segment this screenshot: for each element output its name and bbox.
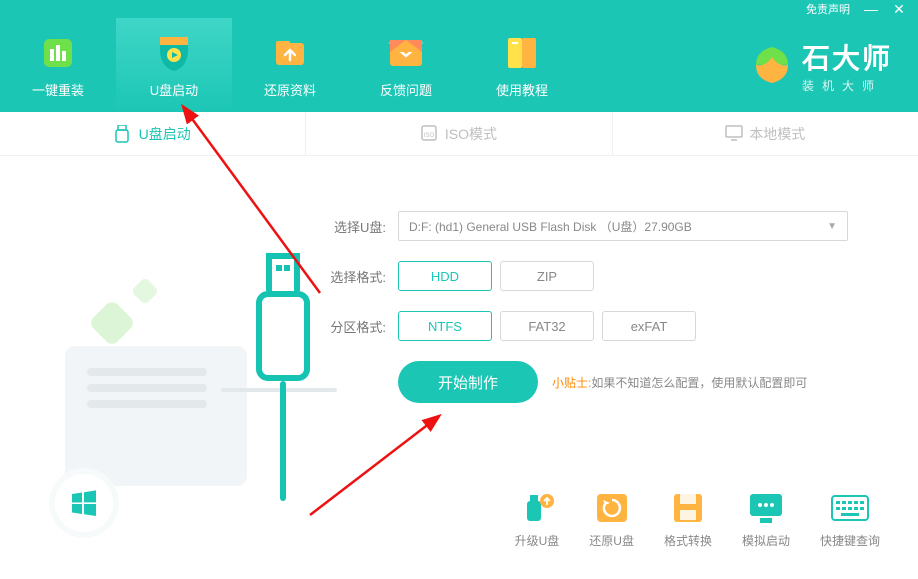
nav-feedback[interactable]: 反馈问题	[348, 18, 464, 112]
monitor-icon	[725, 125, 741, 143]
logo-icon	[750, 43, 794, 87]
tool-label: 升级U盘	[515, 532, 560, 549]
tool-label: 模拟启动	[742, 532, 790, 549]
nav-item-label: U盘启动	[150, 80, 198, 99]
restore-icon	[591, 490, 633, 526]
book-icon	[504, 32, 540, 74]
tool-hotkey-query[interactable]: 快捷键查询	[820, 490, 880, 549]
tool-format-convert[interactable]: 格式转换	[664, 490, 712, 549]
format-option-hdd[interactable]: HDD	[398, 261, 492, 291]
select-disk-value: D:F: (hd1) General USB Flash Disk （U盘）27…	[409, 218, 692, 235]
partition-option-fat32[interactable]: FAT32	[500, 311, 594, 341]
chevron-down-icon: ▼	[827, 221, 837, 232]
usb-up-icon	[516, 490, 558, 526]
start-create-button[interactable]: 开始制作	[398, 361, 538, 403]
brand-logo: 石大师 装机大师	[750, 18, 918, 112]
tool-restore-usb[interactable]: 还原U盘	[589, 490, 634, 549]
floppy-icon	[667, 490, 709, 526]
tool-label: 快捷键查询	[820, 532, 880, 549]
tip-text: 小贴士:如果不知道怎么配置，使用默认配置即可	[552, 374, 807, 391]
tool-label: 还原U盘	[589, 532, 634, 549]
usb-shield-icon	[156, 32, 192, 74]
partition-option-ntfs[interactable]: NTFS	[398, 311, 492, 341]
format-option-zip[interactable]: ZIP	[500, 261, 594, 291]
nav-item-label: 反馈问题	[380, 80, 432, 99]
tab-label: U盘启动	[139, 124, 191, 144]
nav-item-label: 还原资料	[264, 80, 316, 99]
nav-one-click-reinstall[interactable]: 一键重装	[0, 18, 116, 112]
tab-usb-boot[interactable]: U盘启动	[0, 112, 306, 155]
envelope-icon	[388, 32, 424, 74]
bar-chart-icon	[40, 32, 76, 74]
tool-label: 格式转换	[664, 532, 712, 549]
svg-text:ISO: ISO	[424, 133, 435, 139]
footer-tools: 升级U盘 还原U盘 格式转换 模拟启动 快捷键查询	[515, 490, 880, 549]
nav-item-label: 使用教程	[496, 80, 548, 99]
select-format-label: 选择格式:	[320, 267, 386, 286]
brand-title: 石大师	[802, 37, 892, 77]
select-disk-label: 选择U盘:	[320, 217, 386, 236]
nav-item-label: 一键重装	[32, 80, 84, 99]
select-disk-dropdown[interactable]: D:F: (hd1) General USB Flash Disk （U盘）27…	[398, 211, 848, 241]
windows-icon	[55, 474, 113, 532]
monitor-dots-icon	[745, 490, 787, 526]
close-button[interactable]: ✕	[892, 2, 906, 16]
tab-local-mode[interactable]: 本地模式	[613, 112, 918, 155]
nav-tutorial[interactable]: 使用教程	[464, 18, 580, 112]
iso-icon: ISO	[421, 125, 437, 143]
keyboard-icon	[829, 490, 871, 526]
illustration	[55, 336, 275, 546]
tab-label: ISO模式	[445, 124, 497, 144]
tab-iso-mode[interactable]: ISO ISO模式	[306, 112, 612, 155]
partition-format-label: 分区格式:	[320, 317, 386, 336]
folder-up-icon	[272, 32, 308, 74]
tab-label: 本地模式	[749, 124, 805, 144]
usb-icon	[115, 125, 131, 143]
tool-simulate-boot[interactable]: 模拟启动	[742, 490, 790, 549]
disclaimer-link[interactable]: 免责声明	[806, 1, 850, 17]
nav-usb-boot[interactable]: U盘启动	[116, 18, 232, 112]
minimize-button[interactable]: —	[864, 2, 878, 16]
sub-tabs: U盘启动 ISO ISO模式 本地模式	[0, 112, 918, 156]
header-nav: 一键重装 U盘启动 还原资料 反馈问题 使用教程 石大师 装机大师	[0, 18, 918, 112]
tool-upgrade-usb[interactable]: 升级U盘	[515, 490, 560, 549]
nav-restore-data[interactable]: 还原资料	[232, 18, 348, 112]
partition-option-exfat[interactable]: exFAT	[602, 311, 696, 341]
brand-subtitle: 装机大师	[802, 77, 882, 94]
